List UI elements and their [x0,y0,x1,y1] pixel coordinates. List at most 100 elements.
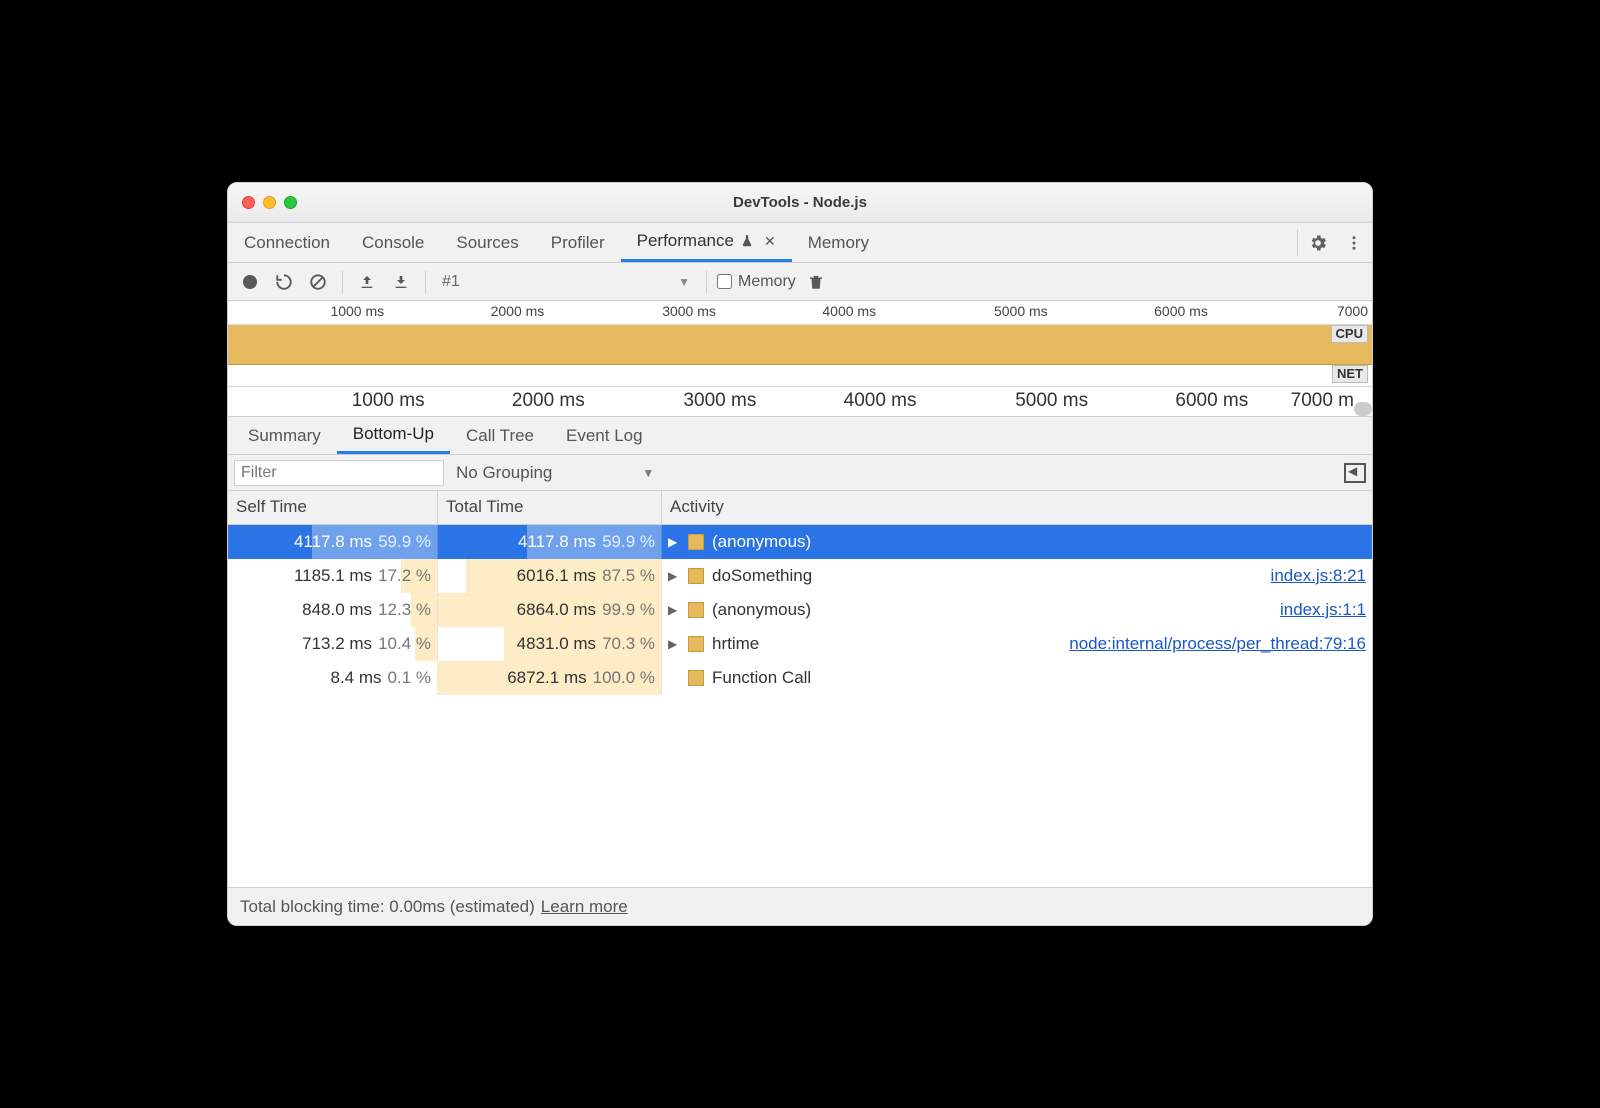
memory-checkbox[interactable]: Memory [717,273,796,291]
cell-activity: Function Call [662,661,1372,695]
scripting-category-icon [688,568,704,584]
filter-input[interactable] [234,460,444,486]
bottom-up-table-header: Self Time Total Time Activity [228,491,1372,525]
details-tab-bottom-up[interactable]: Bottom-Up [337,417,450,454]
ruler-tick: 2000 ms [491,303,549,319]
ruler-tick: 6000 ms [1175,390,1248,412]
grouping-selector-label: No Grouping [456,463,552,483]
panel-tab-console[interactable]: Console [346,223,440,262]
panel-tab-sources[interactable]: Sources [440,223,534,262]
total-time-value: 6864.0 ms [517,600,596,620]
ruler-tick: 4000 ms [844,390,917,412]
disclosure-triangle-icon[interactable]: ▶ [668,603,680,617]
panel-tab-label: Profiler [551,233,605,253]
table-row[interactable]: 4117.8 ms59.9 %4117.8 ms59.9 %▶(anonymou… [228,525,1372,559]
activity-name: Function Call [712,668,811,688]
panel-tab-performance[interactable]: Performance✕ [621,223,792,262]
total-time-percent: 87.5 % [602,566,655,586]
ruler-tick: 4000 ms [822,303,880,319]
disclosure-triangle-icon[interactable]: ▶ [668,637,680,651]
self-time-value: 4117.8 ms [294,532,372,552]
activity-name: (anonymous) [712,600,811,620]
self-time-value: 1185.1 ms [294,566,372,586]
collect-garbage-button[interactable] [802,268,830,296]
total-time-value: 4831.0 ms [517,634,596,654]
source-link[interactable]: node:internal/process/per_thread:79:16 [1069,634,1366,654]
cell-total-time: 4117.8 ms59.9 % [438,525,662,559]
details-tab-event-log[interactable]: Event Log [550,417,659,454]
source-link[interactable]: index.js:8:21 [1271,566,1366,586]
grouping-selector[interactable]: No Grouping ▼ [456,463,654,483]
recording-selector[interactable]: ▼ [436,273,696,291]
details-tabs: SummaryBottom-UpCall TreeEvent Log [228,417,1372,455]
table-row[interactable]: 1185.1 ms 17.2 % 6016.1 ms 87.5 % ▶ doSomethi… [228,559,1372,593]
column-header-self-time[interactable]: Self Time [228,491,438,524]
panel-tab-label: Sources [456,233,518,253]
self-time-percent: 17.2 % [378,566,431,586]
more-menu-button[interactable] [1336,223,1372,262]
column-header-total-time[interactable]: Total Time [438,491,662,524]
details-tab-call-tree[interactable]: Call Tree [450,417,550,454]
save-profile-button[interactable] [387,268,415,296]
activity-name: (anonymous) [712,532,811,552]
ruler-tick: 5000 ms [994,303,1052,319]
window-title: DevTools - Node.js [228,194,1372,211]
net-overview-track[interactable]: NET [228,365,1372,387]
cell-total-time: 6016.1 ms 87.5 % [438,559,662,593]
total-time-value: 6016.1 ms [517,566,596,586]
overview-timeline-ruler[interactable]: 1000 ms2000 ms3000 ms4000 ms5000 ms6000 … [228,301,1372,325]
cell-total-time: 6864.0 ms99.9 % [438,593,662,627]
scripting-category-icon [688,602,704,618]
learn-more-link[interactable]: Learn more [541,897,628,917]
source-link[interactable]: index.js:1:1 [1280,600,1366,620]
close-tab-icon[interactable]: ✕ [764,233,776,250]
cell-self-time: 1185.1 ms 17.2 % [228,559,438,593]
column-header-activity[interactable]: Activity [662,491,1372,524]
panel-tabs: Connection Console Sources Profiler Performa… [228,223,1372,263]
memory-checkbox-label: Memory [738,273,796,291]
performance-toolbar: ▼ Memory [228,263,1372,301]
total-blocking-time-label: Total blocking time: 0.00ms (estimated) [240,897,535,917]
reload-button[interactable] [270,268,298,296]
panel-tab-memory[interactable]: Memory [792,223,885,262]
cell-self-time: 848.0 ms 12.3 % [228,593,438,627]
panel-tab-connection[interactable]: Connection [228,223,346,262]
devtools-window: DevTools - Node.js Connection Console Sour… [227,182,1373,926]
table-row[interactable]: 8.4 ms0.1 %6872.1 ms100.0 %Function Call [228,661,1372,695]
table-row[interactable]: 713.2 ms10.4 %4831.0 ms70.3 %▶hrtimenode… [228,627,1372,661]
self-time-value: 848.0 ms [302,600,372,620]
clear-button[interactable] [304,268,332,296]
details-tab-summary[interactable]: Summary [232,417,337,454]
total-time-percent: 70.3 % [602,634,655,654]
panel-tab-label: Console [362,233,424,253]
cell-activity: ▶ doSomething index.js:8:21 [662,559,1372,593]
chevron-down-icon: ▼ [642,466,654,480]
self-time-percent: 59.9 % [378,532,431,552]
cpu-overview-track[interactable]: CPU [228,325,1372,365]
disclosure-triangle-icon[interactable]: ▶ [668,569,680,583]
cpu-track-label: CPU [1331,325,1368,343]
activity-name: doSomething [712,566,812,586]
ruler-tick: 2000 ms [512,390,585,412]
record-button[interactable] [236,268,264,296]
dock-side-button[interactable] [1344,463,1366,483]
panel-tab-label: Connection [244,233,330,253]
disclosure-triangle-icon[interactable]: ▶ [668,535,680,549]
titlebar: DevTools - Node.js [228,183,1372,223]
cell-total-time: 4831.0 ms 70.3 % [438,627,662,661]
table-row[interactable]: 848.0 ms 12.3 % 6864.0 ms99.9 % ▶ (anonymous… [228,593,1372,627]
load-profile-button[interactable] [353,268,381,296]
self-time-value: 713.2 ms [302,634,372,654]
chevron-down-icon: ▼ [678,275,690,289]
total-time-percent: 100.0 % [593,668,655,688]
self-time-percent: 12.3 % [378,600,431,620]
recording-selector-input[interactable] [442,273,678,291]
cell-activity: ▶ (anonymous) [662,525,1372,559]
memory-checkbox-input[interactable] [717,274,732,289]
total-time-percent: 59.9 % [602,532,655,552]
cell-total-time: 6872.1 ms100.0 % [438,661,662,695]
panel-tab-profiler[interactable]: Profiler [535,223,621,262]
settings-button[interactable] [1300,223,1336,262]
ruler-tick: 5000 ms [1015,390,1088,412]
flamechart-ruler[interactable]: 1000 ms2000 ms3000 ms4000 ms5000 ms6000 … [228,387,1372,417]
